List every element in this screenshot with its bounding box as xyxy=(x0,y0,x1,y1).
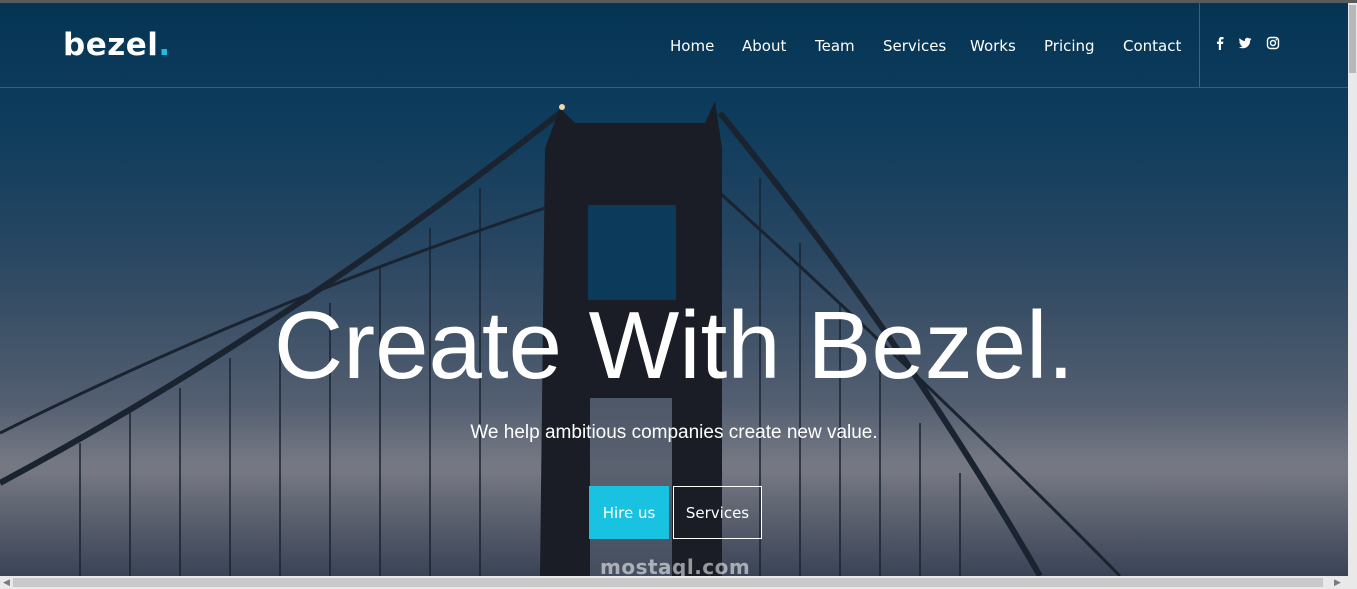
hire-us-button[interactable]: Hire us xyxy=(589,486,669,539)
twitter-icon[interactable] xyxy=(1238,36,1252,50)
scroll-right-icon[interactable]: ▶ xyxy=(1331,576,1344,589)
hero-section: bezel. Home About Team Services Works Pr… xyxy=(0,3,1348,576)
horizontal-scroll-thumb[interactable] xyxy=(13,578,1323,587)
nav-item-contact[interactable]: Contact xyxy=(1123,37,1181,55)
nav-item-works[interactable]: Works xyxy=(970,37,1016,55)
watermark: mostaql.com xyxy=(600,555,751,576)
nav-item-about[interactable]: About xyxy=(742,37,786,55)
scroll-left-icon[interactable]: ◀ xyxy=(0,576,13,589)
vertical-scroll-thumb[interactable] xyxy=(1349,5,1356,73)
services-button[interactable]: Services xyxy=(673,486,762,539)
main-nav: Home About Team Services Works Pricing C… xyxy=(0,37,1348,57)
nav-divider xyxy=(1199,3,1200,87)
nav-item-home[interactable]: Home xyxy=(670,37,714,55)
site-header: bezel. Home About Team Services Works Pr… xyxy=(0,3,1348,88)
hero-title: Create With Bezel. xyxy=(273,292,1075,399)
horizontal-scrollbar[interactable]: ◀ ▶ xyxy=(0,576,1357,589)
nav-item-services[interactable]: Services xyxy=(883,37,946,55)
nav-item-team[interactable]: Team xyxy=(815,37,855,55)
nav-item-pricing[interactable]: Pricing xyxy=(1044,37,1095,55)
facebook-icon[interactable] xyxy=(1213,36,1227,50)
hero-subtitle: We help ambitious companies create new v… xyxy=(470,422,878,443)
instagram-icon[interactable] xyxy=(1266,36,1280,50)
vertical-scrollbar[interactable] xyxy=(1348,3,1357,576)
